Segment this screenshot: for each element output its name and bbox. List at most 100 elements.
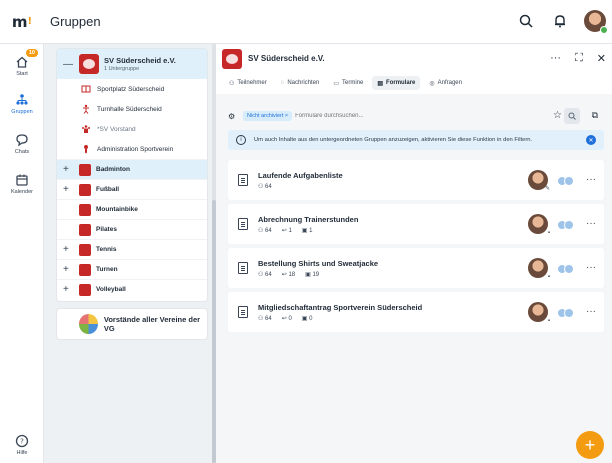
tab-label: Teilnehmer [237, 80, 267, 86]
form-row[interactable]: Abrechnung Trainerstunden ⚇ 64 ↩ 1 ▣ 1 ▪… [228, 204, 604, 244]
replies-count: ↩ 1 [281, 228, 292, 234]
subgroup-item[interactable]: Administration Sportverein [57, 139, 207, 159]
files-count: ▣ 1 [301, 228, 313, 234]
main-panel: SV Süderscheid e.V. ··· ⛶ ✕ ⚇ Teilnehmer … [216, 44, 612, 463]
more-icon[interactable]: ··· [586, 174, 596, 185]
top-bar: m! Gruppen [0, 0, 612, 44]
groups-icon [16, 94, 28, 105]
tennis-icon [79, 243, 91, 256]
tab-label: Anfragen [437, 80, 462, 86]
nav-item-kalender[interactable]: Kalender [0, 164, 44, 204]
search-button[interactable] [564, 108, 580, 124]
group-item-badminton[interactable]: + Badminton [57, 159, 207, 179]
tab-label: Termine [342, 80, 364, 86]
admin-icon [81, 144, 91, 154]
info-banner: i Um auch Inhalte aus den untergeordnete… [228, 130, 604, 150]
vg-logo-icon [79, 314, 98, 334]
group-item-tennis[interactable]: + Tennis [57, 239, 207, 259]
left-nav: Start 10 Gruppen Chats Kalender ? Hilfe [0, 44, 44, 463]
search-icon [568, 112, 576, 120]
info-icon: i [236, 135, 246, 145]
more-icon[interactable]: ··· [586, 262, 596, 273]
replies-value: 18 [288, 272, 296, 278]
app-logo[interactable]: m! [0, 0, 44, 44]
form-row[interactable]: Bestellung Shirts und Sweatjacke ⚇ 64 ↩ … [228, 248, 604, 288]
info-text: Um auch Inhalte aus den untergeordneten … [254, 137, 533, 143]
user-avatar[interactable] [584, 10, 608, 34]
participants-count: ⚇ 64 [258, 316, 272, 322]
group-item-mountainbike[interactable]: Mountainbike [57, 199, 207, 219]
tab-termine[interactable]: ▭ Termine [328, 76, 368, 90]
filter-chip[interactable]: Nicht archiviert × [243, 111, 293, 121]
form-row[interactable]: Mitgliedschaftantrag Sportverein Südersc… [228, 292, 604, 332]
search-icon[interactable] [516, 11, 536, 31]
tab-teilnehmer[interactable]: ⚇ Teilnehmer [224, 76, 272, 90]
subgroup-item[interactable]: Turnhalle Süderscheid [57, 99, 207, 119]
nav-item-chats[interactable]: Chats [0, 124, 44, 164]
edit-icon: ✎ [544, 186, 550, 192]
nav-label: Chats [14, 149, 30, 155]
copy-icon[interactable]: ⧉ [592, 110, 598, 121]
subgroup-item[interactable]: *SV Vorstand [57, 119, 207, 139]
bell-icon[interactable] [550, 11, 570, 31]
files-count: ▣ 0 [301, 316, 313, 322]
expand-icon[interactable]: + [63, 244, 79, 255]
star-icon[interactable]: ☆ [553, 110, 562, 121]
subgroup-item[interactable]: Sportplatz Süderscheid [57, 79, 207, 99]
gymnastics-icon [79, 263, 91, 276]
creator-avatar[interactable]: ▪ [528, 214, 550, 236]
creator-avatar[interactable]: ▪ [528, 302, 550, 324]
creator-avatar[interactable]: ✎ [528, 170, 550, 192]
group-tree: — SV Süderscheid e.V. 1 Untergruppe Spor… [56, 48, 208, 302]
chat-icon [16, 134, 28, 147]
expand-window-icon[interactable]: ⛶ [575, 52, 583, 65]
shared-users[interactable] [557, 220, 574, 230]
nav-label: Kalender [10, 189, 34, 195]
expand-icon[interactable]: + [63, 184, 79, 195]
nav-item-start[interactable]: Start 10 [0, 46, 44, 86]
tab-nachrichten[interactable]: ◌ Nachrichten [276, 76, 325, 90]
group-item-turnen[interactable]: + Turnen [57, 259, 207, 279]
creator-avatar[interactable]: ▪ [528, 258, 550, 280]
form-row[interactable]: Laufende Aufgabenliste ⚇ 64 ✎ ··· [228, 160, 604, 200]
tab-label: Formulare [386, 80, 416, 86]
add-button[interactable]: + [576, 431, 604, 459]
expand-icon[interactable]: + [63, 264, 79, 275]
tab-anfragen[interactable]: ◎ Anfragen [424, 76, 467, 90]
shared-users[interactable] [557, 308, 574, 318]
shared-users[interactable] [557, 264, 574, 274]
tab-formulare[interactable]: ▤ Formulare [372, 76, 421, 90]
nav-item-hilfe[interactable]: ? Hilfe [0, 425, 44, 463]
subgroup-label: Sportplatz Süderscheid [97, 85, 165, 93]
tab-bar: ⚇ Teilnehmer ◌ Nachrichten ▭ Termine ▤ Formu… [224, 76, 467, 90]
group-logo [222, 49, 242, 69]
more-icon[interactable]: ··· [586, 218, 596, 229]
form-icon: ▤ [377, 80, 384, 87]
svg-text:?: ? [20, 438, 24, 446]
shared-users[interactable] [557, 176, 574, 186]
group-subtitle: 1 Untergruppe [104, 66, 140, 72]
group-item-volleyball[interactable]: + Volleyball [57, 279, 207, 299]
field-icon [81, 84, 91, 94]
expand-icon[interactable]: + [63, 164, 79, 175]
search-input[interactable] [295, 113, 536, 119]
group-item-main[interactable]: — SV Süderscheid e.V. 1 Untergruppe [57, 49, 207, 79]
more-icon[interactable]: ··· [586, 306, 596, 317]
group-item-vg[interactable]: Vorstände aller Vereine der VG [56, 308, 208, 340]
filter-icon[interactable]: ⚙ [228, 112, 240, 121]
more-icon[interactable]: ··· [550, 52, 561, 65]
group-item-pilates[interactable]: Pilates [57, 219, 207, 239]
close-icon[interactable]: ✕ [597, 52, 606, 65]
group-logo [79, 54, 99, 74]
close-icon[interactable]: ✕ [586, 135, 596, 145]
lock-icon: ▪ [547, 318, 550, 324]
form-title: Bestellung Shirts und Sweatjacke [258, 259, 379, 268]
nav-item-gruppen[interactable]: Gruppen [0, 84, 44, 124]
participants-value: 64 [265, 272, 272, 278]
gym-icon [81, 104, 91, 114]
expand-icon[interactable]: + [63, 284, 79, 295]
form-icon [238, 174, 248, 186]
replies-value: 1 [288, 228, 292, 234]
collapse-icon[interactable]: — [63, 59, 75, 70]
group-item-fussball[interactable]: + Fußball [57, 179, 207, 199]
